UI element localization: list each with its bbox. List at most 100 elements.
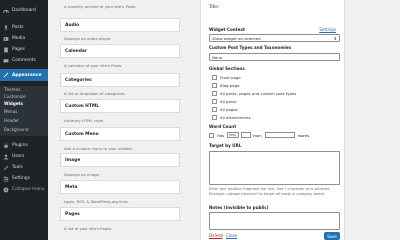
close-link[interactable]: Close — [226, 233, 237, 238]
menu-label-comments: Comments — [12, 58, 36, 63]
word-count-than: than — [253, 133, 262, 138]
menu-item-users[interactable]: Users — [0, 151, 48, 162]
submenu-menus[interactable]: Menus — [4, 109, 17, 114]
widget-description: A list or dropdown of categories. — [64, 91, 126, 96]
collapse-menu-label: Collapse menu — [12, 187, 45, 192]
widget-description: Login, RSS, & WordPress.org links. — [64, 199, 129, 204]
global-sections-label: Global Sections — [209, 66, 245, 71]
checkbox-label: All attachments — [220, 115, 251, 120]
widget-title[interactable]: Calendar — [60, 44, 180, 58]
collapse-icon — [3, 187, 9, 193]
page-icon — [3, 47, 9, 53]
collapse-menu-button[interactable]: Collapse menu — [0, 184, 48, 195]
wrench-icon — [3, 165, 9, 171]
media-icon — [3, 36, 9, 42]
appearance-submenu: Themes Customize Widgets Menus Header Ba… — [0, 86, 48, 136]
submenu-background[interactable]: Background — [4, 127, 28, 132]
cpt-value: None. — [212, 54, 224, 60]
menu-item-posts[interactable]: Posts — [0, 22, 48, 33]
widget-description: A list of your site's Pages. — [64, 226, 113, 231]
menu-item-pages[interactable]: Pages — [0, 44, 48, 55]
menu-item-settings[interactable]: Settings — [0, 173, 48, 184]
target-url-label: Target by URL — [209, 143, 242, 148]
global-section-blog-page[interactable]: Blog page — [212, 83, 240, 88]
widget-title[interactable]: Image — [60, 153, 180, 167]
global-section-all-posts[interactable]: All posts — [212, 99, 237, 104]
word-count-number-input[interactable] — [241, 132, 251, 138]
checkbox-label: All pages — [220, 107, 238, 112]
widget-title[interactable]: Meta — [60, 180, 180, 194]
delete-link[interactable]: Delete — [209, 233, 222, 238]
widget-context-label: Widget Context — [209, 27, 246, 32]
submenu-widgets[interactable]: Widgets — [4, 101, 23, 106]
submenu-customize[interactable]: Customize — [4, 94, 26, 99]
widget-title[interactable]: Audio — [60, 18, 180, 32]
widget-title[interactable]: Categories — [60, 73, 180, 87]
chevron-down-icon: ⬍ — [333, 36, 337, 41]
notes-textarea[interactable] — [209, 212, 340, 230]
widget-calendar[interactable]: Calendar — [60, 44, 180, 58]
menu-item-tools[interactable]: Tools — [0, 162, 48, 173]
link-separator: | — [222, 233, 224, 238]
checkbox[interactable] — [212, 75, 217, 80]
menu-label-tools: Tools — [12, 165, 23, 170]
menu-label-dashboard: Dashboard — [12, 8, 36, 13]
widget-pages[interactable]: Pages — [60, 207, 180, 221]
word-count-words: words — [298, 133, 310, 138]
checkbox[interactable] — [212, 115, 217, 120]
settings-link[interactable]: Settings — [319, 27, 336, 32]
global-section-all-content[interactable]: All posts, pages and custom post types — [212, 91, 296, 96]
widget-image[interactable]: Image — [60, 153, 180, 167]
checkbox[interactable] — [212, 91, 217, 96]
checkbox[interactable] — [212, 107, 217, 112]
widget-custom-menu[interactable]: Custom Menu — [60, 127, 180, 141]
dashboard-icon — [3, 8, 9, 14]
widget-categories[interactable]: Categories — [60, 73, 180, 87]
target-url-textarea[interactable] — [209, 151, 340, 185]
plugin-icon — [3, 143, 9, 149]
menu-label-posts: Posts — [12, 25, 24, 30]
word-count-label: Word Count — [209, 124, 237, 129]
admin-sidebar: Dashboard Posts Media Pages Comments App… — [0, 0, 48, 240]
global-section-all-attachments[interactable]: All attachments — [212, 115, 251, 120]
widget-description: Displays an image. — [64, 172, 101, 177]
cpt-field[interactable]: None. — [209, 53, 340, 61]
checkbox-label: All posts, pages and custom post types — [220, 91, 297, 96]
paintbrush-icon — [3, 72, 9, 78]
menu-item-comments[interactable]: Comments — [0, 55, 48, 66]
menu-item-plugins[interactable]: Plugins — [0, 140, 48, 151]
widget-settings-panel: Title: Widget Context Settings Show widg… — [200, 0, 345, 240]
menu-label-media: Media — [12, 36, 26, 41]
submenu-themes[interactable]: Themes — [4, 87, 20, 92]
widget-description: Displays an audio player. — [64, 36, 112, 41]
save-button[interactable]: Save — [324, 232, 340, 240]
menu-item-media[interactable]: Media — [0, 33, 48, 44]
checkbox[interactable] — [212, 83, 217, 88]
widget-description: A monthly archive of your site's Posts. — [64, 4, 137, 9]
settings-icon — [3, 176, 9, 182]
widget-custom-html[interactable]: Custom HTML — [60, 99, 180, 113]
checkbox[interactable] — [212, 99, 217, 104]
widget-meta[interactable]: Meta — [60, 180, 180, 194]
menu-item-appearance[interactable]: Appearance — [0, 69, 48, 81]
widget-audio[interactable]: Audio — [60, 18, 180, 32]
comment-icon — [3, 58, 9, 64]
global-section-all-pages[interactable]: All pages — [212, 107, 238, 112]
menu-label-users: Users — [12, 154, 25, 159]
widget-title[interactable]: Custom HTML — [60, 99, 180, 113]
word-count-words-input[interactable] — [265, 132, 295, 138]
menu-item-dashboard[interactable]: Dashboard — [0, 5, 48, 16]
widget-context-select[interactable]: Show widget on selected ⬍ — [209, 34, 340, 42]
checkbox-label: Front page — [220, 75, 241, 80]
user-icon — [3, 154, 9, 160]
notes-label: Notes (invisible to public) — [209, 205, 269, 210]
pin-icon — [3, 25, 9, 31]
available-widgets-list: A monthly archive of your site's Posts. … — [60, 0, 180, 240]
global-section-front-page[interactable]: Front page — [212, 75, 241, 80]
submenu-header[interactable]: Header — [4, 118, 19, 123]
widget-title[interactable]: Pages — [60, 207, 180, 221]
word-count-compare-select[interactable]: less — [227, 132, 239, 138]
word-count-checkbox[interactable] — [209, 133, 214, 138]
widget-title[interactable]: Custom Menu — [60, 127, 180, 141]
cpt-label: Custom Post Types and Taxonomies — [209, 45, 292, 50]
